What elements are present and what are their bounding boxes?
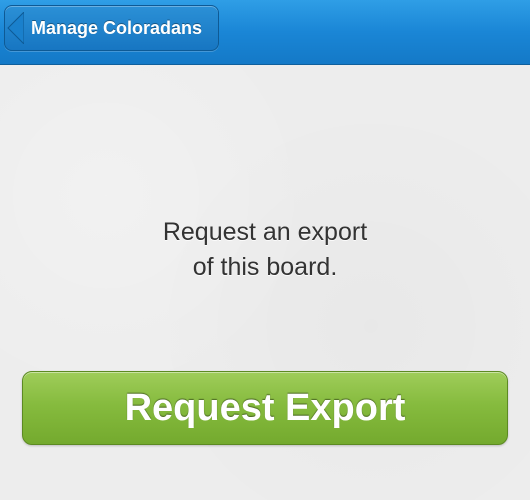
- export-message-line-2: of this board.: [192, 253, 338, 281]
- request-export-label: Request Export: [124, 386, 406, 429]
- back-button[interactable]: Manage Coloradans: [4, 5, 220, 51]
- request-export-button[interactable]: Request Export: [22, 371, 508, 445]
- export-message-line-1: Request an export: [162, 218, 368, 246]
- export-message: Request an export of this board.: [0, 215, 530, 285]
- back-button-label: Manage Coloradans: [31, 17, 203, 38]
- navigation-bar: Manage Coloradans: [0, 0, 530, 65]
- back-arrow-icon: [7, 12, 24, 44]
